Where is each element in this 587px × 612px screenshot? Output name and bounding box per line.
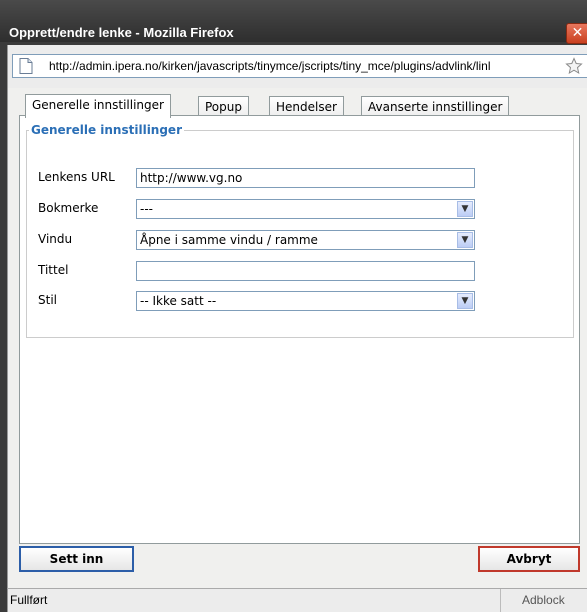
title-input[interactable] xyxy=(136,261,475,281)
window-label: Vindu xyxy=(38,232,73,246)
star-icon[interactable] xyxy=(565,57,583,75)
address-bar: http://admin.ipera.no/kirken/javascripts… xyxy=(7,45,587,88)
style-label: Stil xyxy=(38,293,57,307)
chevron-down-icon[interactable]: ▼ xyxy=(457,201,473,217)
tab-general[interactable]: Generelle innstillinger xyxy=(25,94,171,118)
close-icon: ✕ xyxy=(571,25,584,41)
url-text: http://admin.ipera.no/kirken/javascripts… xyxy=(49,59,491,73)
status-divider xyxy=(500,589,501,612)
url-label: Lenkens URL xyxy=(38,170,115,184)
tab-panel: Generelle innstillinger Lenkens URL http… xyxy=(19,115,580,544)
title-label: Tittel xyxy=(38,263,69,277)
window-select[interactable]: Åpne i samme vindu / ramme ▼ xyxy=(136,230,475,250)
bookmark-value: --- xyxy=(140,202,153,216)
chevron-down-icon[interactable]: ▼ xyxy=(457,293,473,309)
status-text: Fullført xyxy=(10,593,48,607)
window-titlebar: Opprett/endre lenke - Mozilla Firefox ✕ xyxy=(0,0,587,44)
url-field[interactable]: http://admin.ipera.no/kirken/javascripts… xyxy=(12,54,587,78)
bookmark-label: Bokmerke xyxy=(38,201,99,215)
fieldset-legend: Generelle innstillinger xyxy=(31,123,182,137)
chevron-down-icon[interactable]: ▼ xyxy=(457,232,473,248)
adblock-label[interactable]: Adblock xyxy=(522,593,565,607)
window-value: Åpne i samme vindu / ramme xyxy=(140,233,318,247)
bookmark-select[interactable]: --- ▼ xyxy=(136,199,475,219)
style-select[interactable]: -- Ikke satt -- ▼ xyxy=(136,291,475,311)
close-button[interactable]: ✕ xyxy=(566,23,587,44)
page-icon xyxy=(19,58,33,74)
link-url-input[interactable]: http://www.vg.no xyxy=(136,168,475,188)
status-bar: Fullført Adblock xyxy=(7,588,587,612)
style-value: -- Ikke satt -- xyxy=(140,294,217,308)
insert-button[interactable]: Sett inn xyxy=(19,546,134,572)
cancel-button[interactable]: Avbryt xyxy=(478,546,580,572)
dialog-content: Generelle innstillinger Popup Hendelser … xyxy=(7,88,587,588)
window-title: Opprett/endre lenke - Mozilla Firefox xyxy=(9,25,234,40)
general-settings-fieldset: Generelle innstillinger Lenkens URL http… xyxy=(26,123,574,338)
